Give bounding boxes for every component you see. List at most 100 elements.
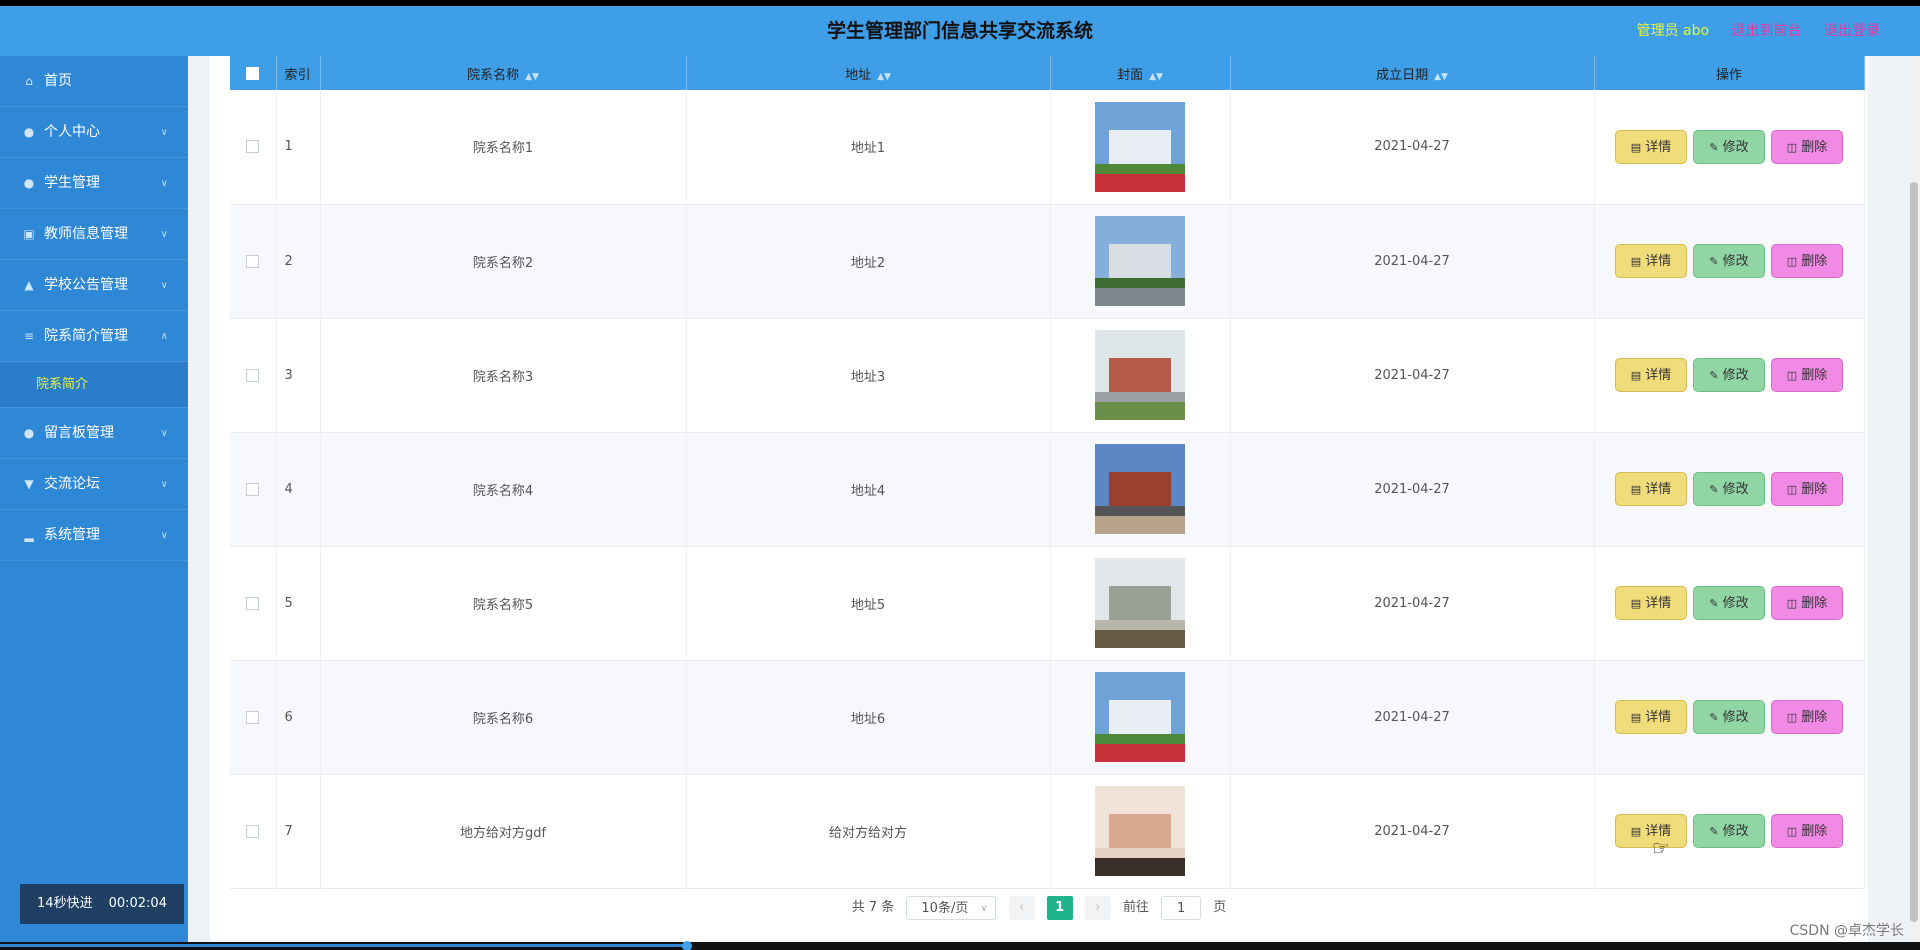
delete-button-label: 删除 bbox=[1801, 710, 1828, 725]
cover-image bbox=[1095, 101, 1185, 192]
edit-button[interactable]: ✎ 修改 bbox=[1693, 472, 1765, 506]
sidebar-item-teacher-info[interactable]: ▣ 教师信息管理 ∨ bbox=[0, 209, 188, 260]
delete-button[interactable]: ◫ 删除 bbox=[1771, 129, 1843, 164]
edit-button[interactable]: ✎ 修改 bbox=[1693, 700, 1765, 734]
row-date: 2021-04-27 bbox=[1230, 546, 1595, 660]
delete-button[interactable]: ◫ 删除 bbox=[1771, 814, 1843, 848]
header-date[interactable]: 成立日期 ▲▼ bbox=[1230, 56, 1595, 90]
sidebar-item-student-management[interactable]: ● 学生管理 ∨ bbox=[0, 158, 188, 209]
row-select-cell bbox=[230, 318, 277, 432]
next-page-button[interactable]: › bbox=[1084, 896, 1111, 920]
sidebar-item-label: 院系简介管理 bbox=[44, 328, 128, 344]
scroll-thumb[interactable] bbox=[1910, 182, 1918, 922]
sidebar-subitem-department-intro[interactable]: 院系简介 bbox=[0, 362, 188, 408]
table-header-row: 索引 院系名称 ▲▼ 地址 ▲▼ 封面 ▲▼ 成立日期 ▲▼ 操作 bbox=[230, 56, 1865, 90]
chevron-up-icon: ∧ bbox=[160, 331, 168, 342]
pencil-icon: ✎ bbox=[1709, 711, 1719, 724]
edit-button[interactable]: ✎ 修改 bbox=[1693, 814, 1765, 848]
detail-button-label: 详情 bbox=[1645, 482, 1672, 497]
document-icon: ▤ bbox=[1630, 825, 1642, 838]
row-checkbox[interactable] bbox=[246, 824, 260, 838]
detail-button[interactable]: ▤ 详情 bbox=[1615, 472, 1687, 506]
row-date: 2021-04-27 bbox=[1230, 204, 1595, 318]
edit-button[interactable]: ✎ 修改 bbox=[1693, 358, 1765, 392]
sidebar-item-message-board[interactable]: ● 留言板管理 ∨ bbox=[0, 408, 188, 459]
chevron-down-icon: ∨ bbox=[160, 428, 168, 439]
logout-link[interactable]: 退出登录 bbox=[1824, 23, 1880, 39]
fast-forward-timer: 14秒快进 00:02:04 bbox=[20, 884, 184, 924]
detail-button[interactable]: ▤ 详情 bbox=[1615, 129, 1687, 164]
row-actions: ▤ 详情 ✎ 修改 ◫ 删除 bbox=[1594, 660, 1865, 774]
sidebar-item-forum[interactable]: ▼ 交流论坛 ∨ bbox=[0, 459, 188, 510]
video-progress-bar[interactable] bbox=[0, 944, 688, 947]
prev-page-button[interactable]: ‹ bbox=[1008, 896, 1035, 920]
table-row: 1 院系名称1 地址1 2021-04-27 ▤ 详情 ✎ 修改 ◫ 删除 bbox=[230, 90, 1865, 204]
page-number-current[interactable]: 1 bbox=[1046, 896, 1073, 920]
pencil-icon: ✎ bbox=[1709, 255, 1719, 268]
sidebar-item-home[interactable]: ⌂ 首页 bbox=[0, 56, 188, 107]
delete-button[interactable]: ◫ 删除 bbox=[1771, 586, 1843, 620]
to-front-link[interactable]: 退出到前台 bbox=[1732, 23, 1802, 39]
page-size-select[interactable]: 10条/页 ∨ bbox=[906, 896, 997, 920]
row-index: 3 bbox=[276, 318, 321, 432]
row-name: 院系名称5 bbox=[320, 546, 687, 660]
chevron-down-icon: ∨ bbox=[160, 530, 168, 541]
edit-button[interactable]: ✎ 修改 bbox=[1693, 129, 1765, 164]
row-actions: ▤ 详情 ✎ 修改 ◫ 删除 bbox=[1594, 90, 1865, 204]
row-checkbox[interactable] bbox=[246, 482, 260, 496]
user-icon: ● bbox=[23, 176, 35, 190]
sidebar-item-school-notice[interactable]: ▲ 学校公告管理 ∨ bbox=[0, 260, 188, 311]
video-progress-knob[interactable] bbox=[682, 941, 692, 950]
detail-button[interactable]: ▤ 详情 bbox=[1615, 358, 1687, 392]
trash-icon: ◫ bbox=[1786, 483, 1798, 496]
sidebar-item-department-intro[interactable]: ≡ 院系简介管理 ∧ bbox=[0, 311, 188, 362]
pencil-icon: ✎ bbox=[1709, 369, 1719, 382]
row-checkbox[interactable] bbox=[246, 596, 260, 610]
edit-button[interactable]: ✎ 修改 bbox=[1693, 244, 1765, 278]
row-name: 院系名称4 bbox=[320, 432, 687, 546]
select-all-checkbox[interactable] bbox=[246, 66, 260, 80]
detail-button[interactable]: ▤ 详情 bbox=[1615, 814, 1687, 848]
sidebar-item-personal-center[interactable]: ● 个人中心 ∨ bbox=[0, 107, 188, 158]
row-checkbox[interactable] bbox=[246, 710, 260, 724]
pencil-icon: ✎ bbox=[1709, 597, 1719, 610]
delete-button[interactable]: ◫ 删除 bbox=[1771, 358, 1843, 392]
delete-button-label: 删除 bbox=[1801, 139, 1828, 155]
detail-button[interactable]: ▤ 详情 bbox=[1615, 244, 1687, 278]
row-actions: ▤ 详情 ✎ 修改 ◫ 删除 bbox=[1594, 546, 1865, 660]
sort-icon: ▲▼ bbox=[1149, 71, 1163, 82]
header-address[interactable]: 地址 ▲▼ bbox=[686, 56, 1051, 90]
sliders-icon: ≡ bbox=[23, 329, 35, 343]
header-cover-label: 封面 bbox=[1117, 67, 1144, 83]
page-scrollbar[interactable] bbox=[1908, 56, 1920, 942]
header-name[interactable]: 院系名称 ▲▼ bbox=[320, 56, 687, 90]
goto-page-input[interactable]: 1 bbox=[1161, 896, 1202, 920]
chart-icon: ▂ bbox=[24, 528, 34, 542]
row-checkbox[interactable] bbox=[246, 254, 260, 268]
delete-button[interactable]: ◫ 删除 bbox=[1771, 700, 1843, 734]
edit-button-label: 修改 bbox=[1722, 824, 1749, 839]
header-cover[interactable]: 封面 ▲▼ bbox=[1050, 56, 1231, 90]
row-date: 2021-04-27 bbox=[1230, 774, 1595, 888]
trash-icon: ◫ bbox=[1786, 255, 1798, 268]
row-address: 地址1 bbox=[686, 90, 1051, 204]
delete-button[interactable]: ◫ 删除 bbox=[1771, 472, 1843, 506]
sidebar-item-system[interactable]: ▂ 系统管理 ∨ bbox=[0, 510, 188, 561]
row-cover-cell bbox=[1050, 774, 1231, 888]
goto-label: 前往 bbox=[1122, 900, 1149, 915]
delete-button[interactable]: ◫ 删除 bbox=[1771, 244, 1843, 278]
edit-button[interactable]: ✎ 修改 bbox=[1693, 586, 1765, 620]
row-checkbox[interactable] bbox=[246, 140, 260, 154]
row-date: 2021-04-27 bbox=[1230, 660, 1595, 774]
detail-button[interactable]: ▤ 详情 bbox=[1615, 700, 1687, 734]
row-name: 院系名称6 bbox=[320, 660, 687, 774]
detail-button-label: 详情 bbox=[1645, 139, 1672, 155]
row-name: 院系名称2 bbox=[320, 204, 687, 318]
sidebar-item-label: 交流论坛 bbox=[44, 476, 100, 492]
row-checkbox[interactable] bbox=[246, 368, 260, 382]
cover-image bbox=[1095, 216, 1185, 306]
document-icon: ▤ bbox=[1630, 597, 1642, 610]
bell-icon: ▲ bbox=[24, 278, 34, 292]
pencil-icon: ✎ bbox=[1709, 483, 1719, 496]
detail-button[interactable]: ▤ 详情 bbox=[1615, 586, 1687, 620]
